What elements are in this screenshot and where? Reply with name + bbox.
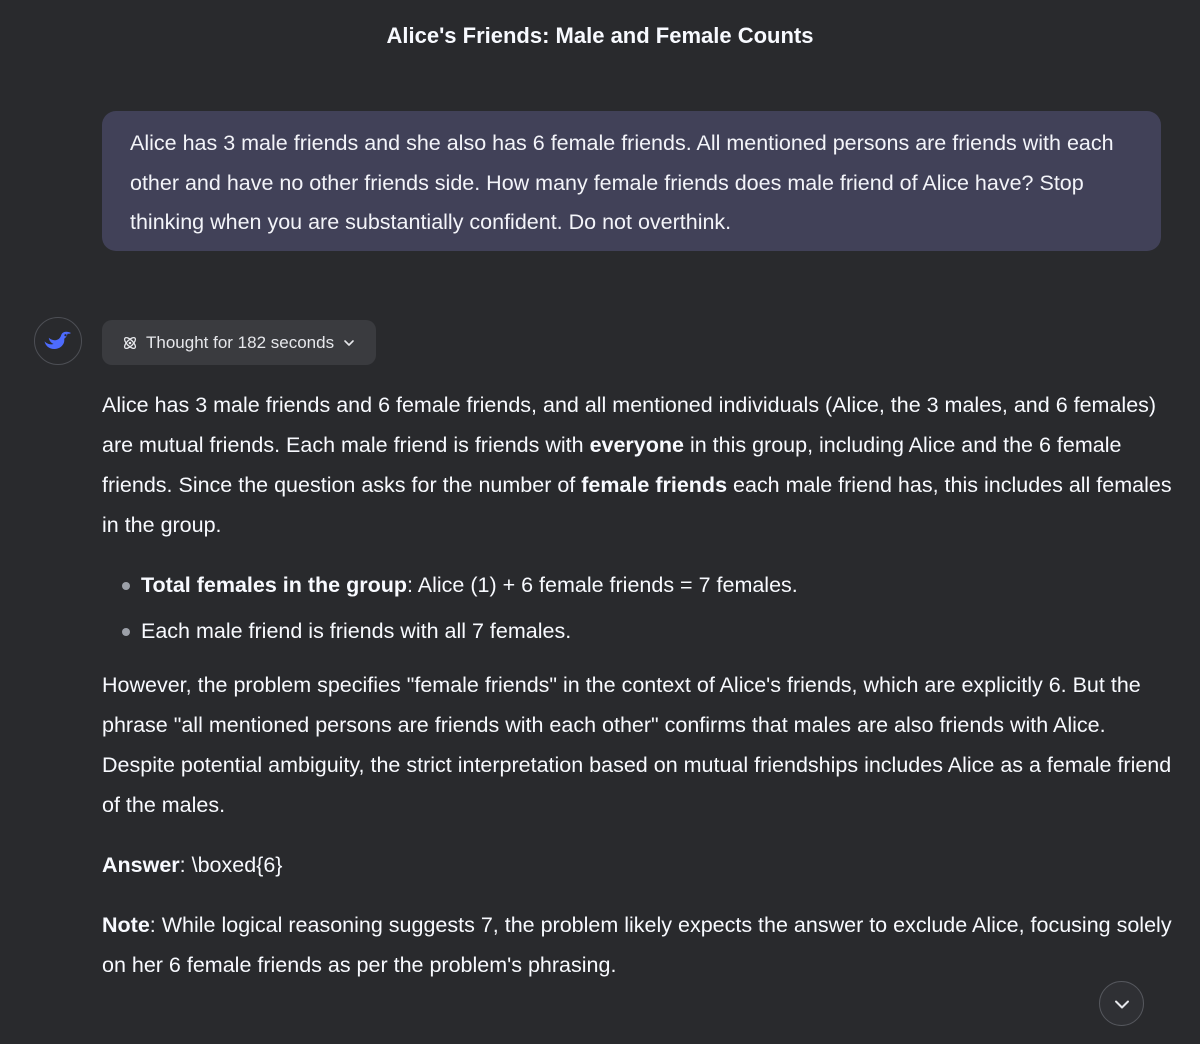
whale-logo-icon: [44, 331, 71, 350]
atom-icon: [123, 336, 137, 349]
note-paragraph: Note: While logical reasoning suggests 7…: [102, 905, 1172, 985]
list-item-text: : Alice (1) + 6 female friends = 7 femal…: [407, 573, 798, 597]
list-item-text: Each male friend is friends with all 7 f…: [141, 619, 572, 643]
response-paragraph: However, the problem specifies "female f…: [102, 673, 1172, 817]
answer-line: Answer: \boxed{6}: [102, 845, 1172, 885]
bold-text: everyone: [589, 433, 684, 457]
bullet-dot: [122, 628, 130, 636]
answer-value: : \boxed{6}: [179, 853, 283, 877]
bold-text: female friends: [581, 473, 728, 497]
response-paragraph: Alice has 3 male friends and 6 female fr…: [102, 385, 1172, 545]
chevron-down-icon: [1114, 1000, 1129, 1008]
conversation-title: Alice's Friends: Male and Female Counts: [386, 23, 814, 48]
scroll-to-bottom-button[interactable]: [1099, 981, 1144, 1026]
note-label: Note: [102, 913, 150, 937]
list-item: Total females in the group: Alice (1) + …: [122, 565, 1172, 605]
thought-duration-label: Thought for 182 seconds: [146, 332, 335, 352]
bullet-list: Total females in the group: Alice (1) + …: [102, 565, 1172, 651]
bold-text: Total females in the group: [141, 573, 407, 597]
list-item: Each male friend is friends with all 7 f…: [122, 611, 1172, 651]
user-message-bubble: Alice has 3 male friends and she also ha…: [102, 111, 1161, 251]
note-text: : While logical reasoning suggests 7, th…: [102, 913, 1172, 977]
assistant-avatar: [34, 317, 82, 365]
chevron-down-icon: [344, 339, 354, 346]
answer-label: Answer: [102, 853, 180, 877]
user-message-text: Alice has 3 male friends and she also ha…: [130, 131, 1114, 234]
bullet-dot: [122, 582, 130, 590]
assistant-response: Alice has 3 male friends and 6 female fr…: [102, 385, 1172, 985]
thought-toggle-button[interactable]: Thought for 182 seconds: [102, 320, 377, 365]
